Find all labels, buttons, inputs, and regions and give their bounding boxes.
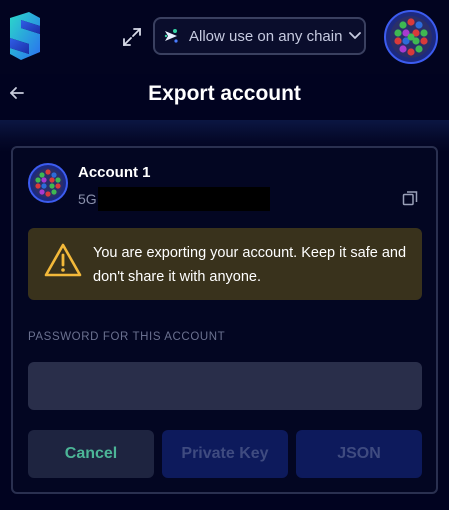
network-icon [164, 29, 178, 43]
json-button[interactable]: JSON [296, 430, 422, 478]
warning-triangle-icon [44, 243, 82, 277]
chevron-down-icon [349, 32, 362, 39]
page-header: Export account [0, 74, 449, 120]
private-key-button[interactable]: Private Key [162, 430, 288, 478]
cancel-button[interactable]: Cancel [28, 430, 154, 478]
page-title: Export account [148, 82, 301, 105]
chain-selector-label: Allow use on any chain [189, 27, 343, 45]
account-address: 5G [78, 191, 97, 207]
chain-selector[interactable]: Allow use on any chain [153, 17, 366, 55]
export-card: Account 1 5G You are exporting your acco… [11, 146, 438, 494]
warning-text: You are exporting your account. Keep it … [93, 245, 407, 285]
warning-banner: You are exporting your account. Keep it … [28, 228, 422, 300]
password-label: PASSWORD FOR THIS ACCOUNT [28, 331, 226, 343]
account-avatar[interactable] [384, 10, 438, 64]
account-avatar-small [28, 163, 68, 203]
password-input[interactable] [28, 362, 422, 410]
app-logo [10, 12, 40, 60]
top-bar: Allow use on any chain [0, 0, 449, 74]
expand-icon[interactable] [121, 26, 143, 48]
address-redaction [98, 187, 270, 211]
copy-icon[interactable] [402, 190, 418, 206]
account-name: Account 1 [78, 164, 151, 181]
